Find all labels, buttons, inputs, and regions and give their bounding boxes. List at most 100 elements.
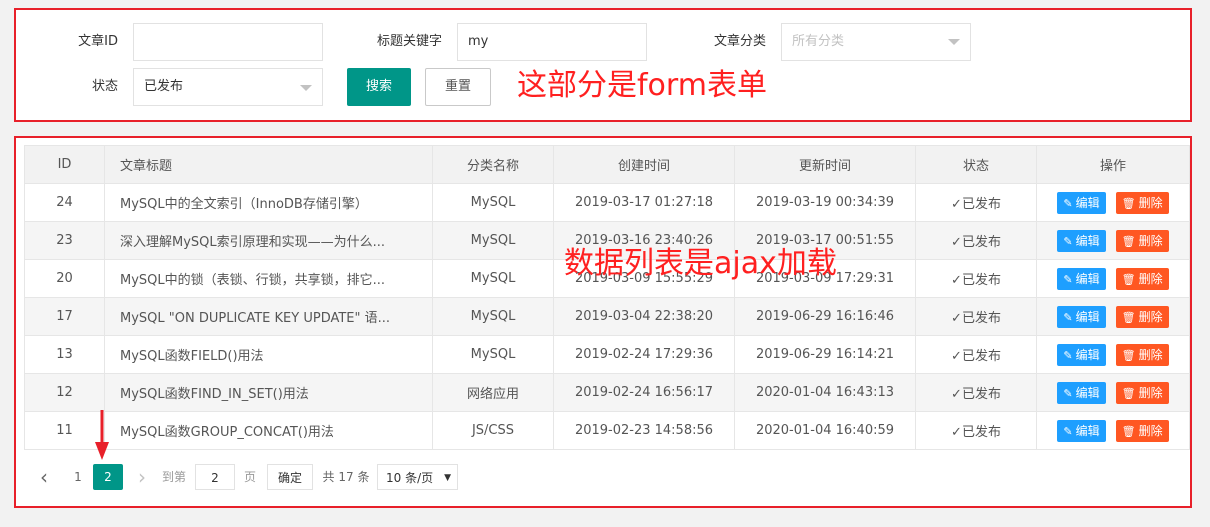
- category-label: 文章分类: [713, 34, 766, 49]
- cell-actions: ✎ 编辑 🗑 删除: [1036, 335, 1190, 374]
- delete-label: 删除: [1138, 233, 1163, 248]
- cell-created: 2019-02-24 16:56:17: [553, 373, 735, 412]
- prev-page-icon[interactable]: ‹: [34, 464, 54, 490]
- cell-updated: 2019-03-19 00:34:39: [734, 183, 916, 222]
- edit-button[interactable]: ✎ 编辑: [1057, 267, 1106, 290]
- cell-id: 12: [24, 373, 105, 412]
- category-select[interactable]: 所有分类: [781, 23, 971, 61]
- cell-status: ✓已发布: [915, 221, 1037, 260]
- edit-label: 编辑: [1075, 233, 1100, 248]
- cell-created: 2019-03-17 01:27:18: [553, 183, 735, 222]
- column-header-created[interactable]: 创建时间: [553, 145, 735, 184]
- cell-status: ✓已发布: [915, 183, 1037, 222]
- search-button[interactable]: 搜索: [347, 68, 411, 106]
- cell-updated: 2019-06-29 16:14:21: [734, 335, 916, 374]
- table-row: 11 MySQL函数GROUP_CONCAT()用法 JS/CSS 2019-0…: [24, 411, 1190, 450]
- goto-confirm-button[interactable]: 确定: [267, 464, 313, 490]
- delete-label: 删除: [1138, 347, 1163, 362]
- delete-label: 删除: [1138, 423, 1163, 438]
- pencil-icon: ✎: [1063, 196, 1073, 210]
- article-id-input[interactable]: [133, 23, 323, 61]
- delete-button[interactable]: 🗑 删除: [1115, 381, 1169, 404]
- total-count: 共 17 条: [322, 470, 370, 484]
- cell-updated: 2019-06-29 16:16:46: [734, 297, 916, 336]
- cell-status: ✓已发布: [915, 335, 1037, 374]
- column-header-actions: 操作: [1036, 145, 1190, 184]
- cell-category: MySQL: [432, 335, 554, 374]
- cell-actions: ✎ 编辑 🗑 删除: [1036, 259, 1190, 298]
- chevron-down-icon: [948, 39, 960, 45]
- edit-button[interactable]: ✎ 编辑: [1057, 419, 1106, 442]
- edit-button[interactable]: ✎ 编辑: [1057, 305, 1106, 328]
- cell-actions: ✎ 编辑 🗑 删除: [1036, 411, 1190, 450]
- pencil-icon: ✎: [1063, 234, 1073, 248]
- edit-label: 编辑: [1075, 271, 1100, 286]
- trash-icon: 🗑: [1121, 348, 1136, 362]
- goto-label: 到第: [161, 470, 186, 484]
- edit-label: 编辑: [1075, 195, 1100, 210]
- trash-icon: 🗑: [1121, 424, 1136, 438]
- cell-category: MySQL: [432, 221, 554, 260]
- page-size-value: 10 条/页: [386, 471, 434, 485]
- status-select[interactable]: 已发布: [133, 68, 323, 106]
- edit-button[interactable]: ✎ 编辑: [1057, 191, 1106, 214]
- edit-button[interactable]: ✎ 编辑: [1057, 343, 1106, 366]
- delete-button[interactable]: 🗑 删除: [1115, 267, 1169, 290]
- pagination: ‹ 1 2 › 到第 2 页 确定 共 17 条 10 条/页 ▼: [24, 457, 1189, 497]
- reset-button[interactable]: 重置: [425, 68, 491, 106]
- cell-category: 网络应用: [432, 373, 554, 412]
- table-row: 24 MySQL中的全文索引（InnoDB存储引擎） MySQL 2019-03…: [24, 183, 1190, 222]
- cell-title: MySQL中的锁（表锁、行锁，共享锁，排它...: [104, 259, 433, 298]
- page-size-select[interactable]: 10 条/页 ▼: [377, 464, 458, 490]
- keyword-input[interactable]: my: [457, 23, 647, 61]
- cell-category: JS/CSS: [432, 411, 554, 450]
- edit-label: 编辑: [1075, 423, 1100, 438]
- column-header-status[interactable]: 状态: [915, 145, 1037, 184]
- next-page-icon[interactable]: ›: [132, 464, 152, 490]
- cell-title: MySQL "ON DUPLICATE KEY UPDATE" 语...: [104, 297, 433, 336]
- pencil-icon: ✎: [1063, 386, 1073, 400]
- chevron-down-icon: [300, 85, 312, 91]
- cell-title: MySQL函数GROUP_CONCAT()用法: [104, 411, 433, 450]
- article-id-label: 文章ID: [78, 34, 118, 49]
- delete-label: 删除: [1138, 309, 1163, 324]
- cell-title: 深入理解MySQL索引原理和实现——为什么...: [104, 221, 433, 260]
- table-row: 17 MySQL "ON DUPLICATE KEY UPDATE" 语... …: [24, 297, 1190, 336]
- delete-button[interactable]: 🗑 删除: [1115, 419, 1169, 442]
- delete-label: 删除: [1138, 385, 1163, 400]
- cell-actions: ✎ 编辑 🗑 删除: [1036, 297, 1190, 336]
- table-row: 12 MySQL函数FIND_IN_SET()用法 网络应用 2019-02-2…: [24, 373, 1190, 412]
- delete-button[interactable]: 🗑 删除: [1115, 343, 1169, 366]
- delete-label: 删除: [1138, 271, 1163, 286]
- cell-status: ✓已发布: [915, 373, 1037, 412]
- cell-created: 2019-03-04 22:38:20: [553, 297, 735, 336]
- delete-button[interactable]: 🗑 删除: [1115, 191, 1169, 214]
- cell-status: ✓已发布: [915, 411, 1037, 450]
- edit-label: 编辑: [1075, 385, 1100, 400]
- delete-button[interactable]: 🗑 删除: [1115, 229, 1169, 252]
- cell-title: MySQL中的全文索引（InnoDB存储引擎）: [104, 183, 433, 222]
- cell-updated: 2020-01-04 16:40:59: [734, 411, 916, 450]
- delete-button[interactable]: 🗑 删除: [1115, 305, 1169, 328]
- edit-button[interactable]: ✎ 编辑: [1057, 229, 1106, 252]
- column-header-category[interactable]: 分类名称: [432, 145, 554, 184]
- page-2-current[interactable]: 2: [93, 464, 123, 490]
- status-label: 状态: [91, 79, 118, 94]
- cell-category: MySQL: [432, 297, 554, 336]
- goto-page-input[interactable]: 2: [195, 464, 235, 490]
- edit-button[interactable]: ✎ 编辑: [1057, 381, 1106, 404]
- edit-label: 编辑: [1075, 309, 1100, 324]
- column-header-id[interactable]: ID: [24, 145, 105, 184]
- column-header-title[interactable]: 文章标题: [104, 145, 433, 184]
- pencil-icon: ✎: [1063, 348, 1073, 362]
- cell-id: 20: [24, 259, 105, 298]
- table-annotation: 数据列表是ajax加载: [564, 246, 837, 281]
- cell-actions: ✎ 编辑 🗑 删除: [1036, 221, 1190, 260]
- trash-icon: 🗑: [1121, 310, 1136, 324]
- cell-status: ✓已发布: [915, 259, 1037, 298]
- trash-icon: 🗑: [1121, 234, 1136, 248]
- column-header-updated[interactable]: 更新时间: [734, 145, 916, 184]
- trash-icon: 🗑: [1121, 196, 1136, 210]
- page-1-link[interactable]: 1: [66, 464, 90, 490]
- cell-created: 2019-02-23 14:58:56: [553, 411, 735, 450]
